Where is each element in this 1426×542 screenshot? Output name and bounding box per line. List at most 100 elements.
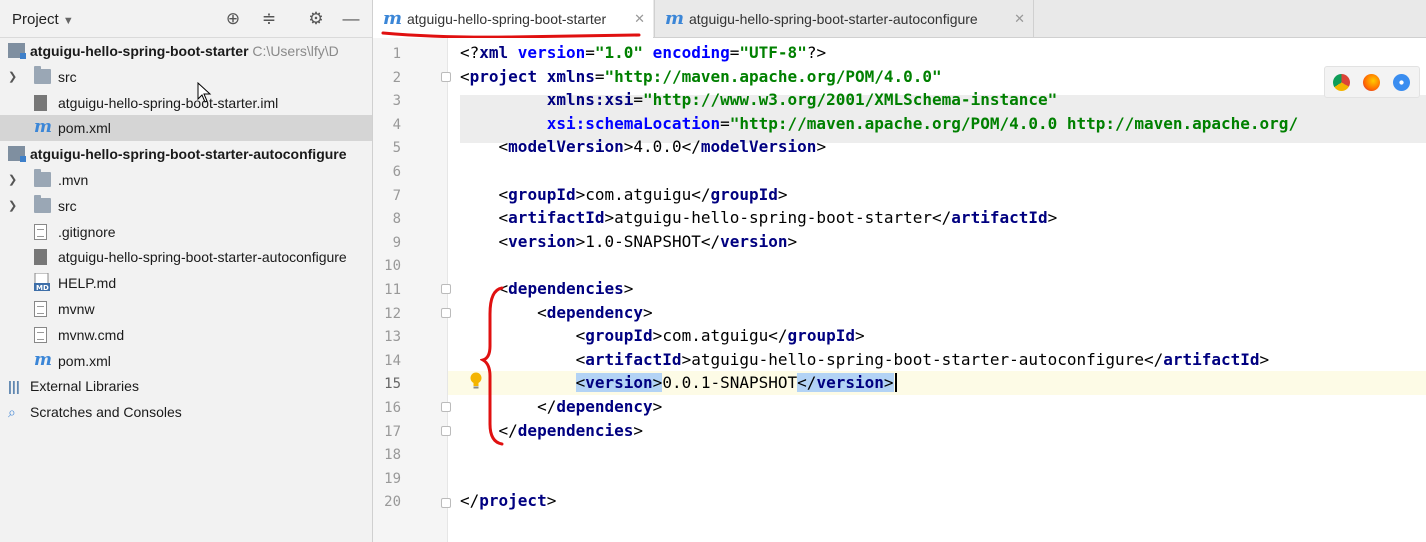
project-view-selector[interactable]: Project ▼ — [12, 11, 74, 28]
safari-icon[interactable] — [1393, 74, 1410, 91]
tree-item[interactable]: ||| External Libraries — [0, 373, 372, 399]
text-file-icon — [34, 223, 47, 240]
line-number: 2 — [392, 69, 401, 86]
code-line[interactable]: <artifactId>atguigu-hello-spring-boot-st… — [460, 350, 1270, 369]
tree-item[interactable]: atguigu-hello-spring-boot-starter.iml — [0, 90, 372, 116]
tree-item-label: mvnw.cmd — [58, 326, 125, 343]
tree-item[interactable]: ❯ src — [0, 64, 372, 90]
tree-item[interactable]: mvnw — [0, 296, 372, 322]
fold-icon[interactable] — [441, 402, 451, 412]
tree-item[interactable]: ❯ src — [0, 193, 372, 219]
line-number: 18 — [384, 447, 401, 464]
tree-item-label: src — [58, 68, 77, 85]
fold-icon[interactable] — [441, 426, 451, 436]
line-gutter: 1 2 3 4 5 6 7 8 9 10 11 12 13 14 15 16 17 18 19 20 — [373, 38, 448, 542]
tree-item-label: pom.xml — [58, 120, 111, 137]
tree-item-label: HELP.md — [58, 275, 117, 292]
line-number: 19 — [384, 470, 401, 487]
project-panel: Project ▼ ⊕ ≑ ⚙ — atguigu-hello-spring-b… — [0, 0, 373, 542]
code-line[interactable]: xmlns:xsi="http://www.w3.org/2001/XMLSch… — [460, 90, 1058, 109]
code-line[interactable]: <version>1.0-SNAPSHOT</version> — [460, 232, 798, 251]
code-line[interactable]: <?xml version="1.0" encoding="UTF-8"?> — [460, 43, 826, 62]
line-number: 11 — [384, 282, 401, 298]
markdown-file-icon: MD — [34, 272, 50, 292]
code-line[interactable]: xsi:schemaLocation="http://maven.apache.… — [460, 114, 1298, 133]
red-brace-annotation — [480, 286, 504, 446]
line-number: 8 — [392, 211, 401, 228]
firefox-icon[interactable] — [1363, 74, 1380, 91]
tree-item[interactable]: atguigu-hello-spring-boot-starter-autoco… — [0, 141, 372, 167]
tree-item[interactable]: ❯ .mvn — [0, 167, 372, 193]
tree-item[interactable]: m pom.xml — [0, 348, 372, 374]
code-line[interactable]: <artifactId>atguigu-hello-spring-boot-st… — [460, 208, 1058, 227]
line-number: 5 — [392, 140, 401, 157]
line-number: 4 — [392, 116, 401, 133]
tree-item-label: atguigu-hello-spring-boot-starter-autoco… — [30, 146, 347, 163]
folder-icon — [34, 194, 51, 213]
line-number: 6 — [392, 164, 401, 180]
project-title: Project — [12, 11, 59, 28]
maven-icon: m — [34, 349, 52, 370]
tree-item-label: src — [58, 197, 77, 214]
line-number: 20 — [384, 494, 401, 511]
line-number: 3 — [392, 93, 401, 110]
code-line[interactable]: </project> — [460, 491, 556, 510]
chevron-right-icon[interactable]: ❯ — [8, 167, 20, 193]
line-number: 12 — [384, 305, 401, 322]
code-line[interactable]: <groupId>com.atguigu</groupId> — [460, 326, 865, 345]
libraries-icon: ||| — [8, 378, 23, 395]
gear-icon[interactable]: ⚙ — [305, 8, 327, 30]
line-number: 1 — [392, 46, 401, 62]
code-line[interactable]: <version>0.0.1-SNAPSHOT</version> — [460, 373, 897, 393]
line-number: 7 — [392, 187, 401, 204]
folder-icon — [34, 65, 51, 84]
text-file-icon — [34, 301, 47, 317]
iml-file-icon — [34, 249, 47, 266]
line-number: 13 — [384, 329, 401, 346]
maven-icon: m — [34, 117, 52, 138]
chevron-down-icon: ▼ — [62, 15, 74, 27]
code-line[interactable]: <project xmlns="http://maven.apache.org/… — [460, 67, 942, 86]
tree-item-label: atguigu-hello-spring-boot-starter C:\Use… — [30, 43, 339, 59]
folder-icon — [34, 169, 51, 187]
tree-item-label: pom.xml — [58, 352, 111, 369]
tab-autoconfigure-pom[interactable]: m atguigu-hello-spring-boot-starter-auto… — [654, 0, 1034, 38]
tree-item-label: .gitignore — [58, 223, 116, 240]
line-number: 10 — [384, 258, 401, 275]
tree-item[interactable]: atguigu-hello-spring-boot-starter C:\Use… — [0, 38, 372, 64]
tree-item-label: Scratches and Consoles — [30, 404, 182, 421]
code-editor[interactable]: 1 2 3 4 5 6 7 8 9 10 11 12 13 14 15 16 17 18 19 20 <?xml ve… — [373, 38, 1426, 542]
text-file-icon — [34, 326, 47, 343]
line-number: 17 — [384, 423, 401, 440]
scratches-icon: ⌕ — [8, 404, 16, 421]
mouse-cursor-icon — [197, 82, 212, 103]
code-line[interactable]: <groupId>com.atguigu</groupId> — [460, 185, 788, 204]
module-path: C:\Users\lfy\D — [248, 43, 339, 59]
iml-file-icon — [34, 94, 47, 111]
text-caret — [894, 373, 897, 393]
tree-item[interactable]: .gitignore — [0, 219, 372, 245]
chrome-icon[interactable] — [1333, 74, 1350, 91]
tree-item[interactable]: m pom.xml — [0, 115, 372, 142]
fold-icon[interactable] — [441, 308, 451, 318]
module-icon — [8, 146, 26, 163]
tree-item[interactable]: mvnw.cmd — [0, 322, 372, 348]
code-line[interactable]: <modelVersion>4.0.0</modelVersion> — [460, 137, 827, 156]
collapse-all-icon[interactable]: ≑ — [258, 8, 280, 30]
hide-icon[interactable]: — — [340, 8, 362, 30]
tree-item[interactable]: ⌕ Scratches and Consoles — [0, 399, 372, 425]
fold-icon[interactable] — [441, 72, 451, 82]
fold-icon[interactable] — [441, 498, 451, 508]
browser-icons-bar — [1324, 66, 1420, 98]
tree-item[interactable]: MD HELP.md — [0, 270, 372, 296]
tree-item-label: atguigu-hello-spring-boot-starter.iml — [58, 94, 279, 111]
tab-label: atguigu-hello-spring-boot-starter-autoco… — [689, 11, 978, 27]
chevron-right-icon[interactable]: ❯ — [8, 193, 20, 219]
locate-icon[interactable]: ⊕ — [222, 8, 244, 30]
tree-item[interactable]: atguigu-hello-spring-boot-starter-autoco… — [0, 244, 372, 270]
close-icon[interactable]: ✕ — [1014, 0, 1025, 38]
line-number: 14 — [384, 352, 401, 369]
maven-icon: m — [665, 8, 685, 29]
fold-icon[interactable] — [441, 284, 451, 294]
chevron-right-icon[interactable]: ❯ — [8, 64, 20, 90]
